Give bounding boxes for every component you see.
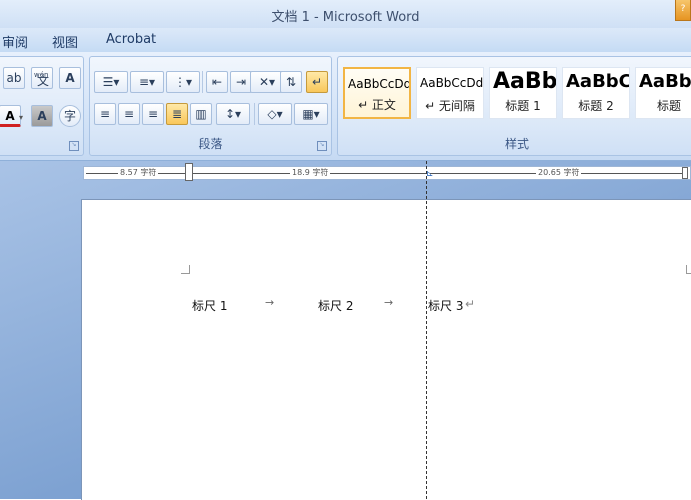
sort-icon[interactable]: ⇅ (280, 71, 302, 93)
styles-group-label: 样式 (504, 137, 529, 151)
title-bar: 文档 1 - Microsoft Word ? (0, 0, 691, 29)
ruler-label-2: 18.9 字符 (290, 167, 331, 178)
style-sample: AaBbC (639, 71, 691, 92)
borders-icon[interactable]: ▦▾ (294, 103, 328, 125)
show-hide-marks-icon[interactable]: ↵ (306, 71, 328, 93)
shading-icon[interactable]: ◇▾ (258, 103, 292, 125)
doc-text-ruler-1[interactable]: 标尺 1 (192, 297, 227, 314)
horizontal-ruler[interactable]: 8.57 字符 18.9 字符 20.65 字符 ⊾ (83, 163, 691, 181)
ruler-label-1: 8.57 字符 (118, 167, 159, 178)
paragraph-group: ☰▾ ≡▾ ⋮▾ ⇤ ⇥ ✕▾ ⇅ ↵ ≡ ≡ ≡ ≣ ▥ ↕▾ ◇▾ ▦▾ 段… (89, 56, 332, 156)
tab-acrobat[interactable]: Acrobat (106, 32, 156, 47)
window-title: 文档 1 - Microsoft Word (271, 10, 420, 25)
ribbon: ab wén 文 A A ▾ A 字 ↘ ☰▾ ≡▾ ⋮▾ ⇤ ⇥ ✕▾ ⇅ ↵… (0, 52, 691, 161)
style-sample: AaBb (493, 69, 557, 94)
align-center-icon[interactable]: ≡ (118, 103, 140, 125)
style-heading-1[interactable]: AaBb 标题 1 (489, 67, 557, 119)
decrease-indent-icon[interactable]: ⇤ (206, 71, 228, 93)
font-group: ab wén 文 A A ▾ A 字 ↘ (0, 56, 84, 156)
paragraph-dialog-launcher-icon[interactable]: ↘ (317, 141, 327, 151)
font-dialog-launcher-icon[interactable]: ↘ (69, 141, 79, 151)
separator (202, 71, 203, 93)
indent-marker[interactable] (185, 163, 193, 181)
chevron-down-icon[interactable]: ▾ (19, 113, 23, 122)
tab-stop-icon[interactable]: ⊾ (426, 169, 434, 179)
tab-character: → (265, 296, 275, 309)
margin-corner-mark (686, 265, 691, 274)
bullets-icon[interactable]: ☰▾ (94, 71, 128, 93)
align-left-icon[interactable]: ≡ (94, 103, 116, 125)
style-name: 标题 (656, 99, 681, 113)
multilevel-list-icon[interactable]: ⋮▾ (166, 71, 200, 93)
paragraph-group-label: 段落 (198, 137, 223, 151)
style-name: 标题 2 (578, 99, 614, 113)
increase-indent-icon[interactable]: ⇥ (230, 71, 252, 93)
character-border-icon[interactable]: A (59, 67, 81, 89)
phonetic-char: 文 (37, 74, 50, 88)
style-no-spacing[interactable]: AaBbCcDd ↵ 无间隔 (416, 67, 484, 119)
style-name: ↵ 正文 (358, 98, 396, 112)
tab-stop-guide-line (426, 161, 427, 499)
separator (254, 103, 255, 125)
style-normal[interactable]: AaBbCcDd ↵ 正文 (343, 67, 411, 119)
distributed-icon[interactable]: ▥ (190, 103, 212, 125)
doc-text-ruler-3[interactable]: 标尺 3 (428, 297, 463, 314)
paragraph-mark: ↵ (465, 297, 476, 311)
enclose-characters-icon[interactable]: 字 (59, 105, 81, 127)
font-color-icon[interactable]: A (0, 105, 21, 127)
tab-review[interactable]: 审阅 (2, 32, 28, 51)
style-title[interactable]: AaBbC 标题 (635, 67, 691, 119)
style-name: 标题 1 (505, 99, 541, 113)
character-shading-icon[interactable]: A (31, 105, 53, 127)
tab-view[interactable]: 视图 (52, 32, 78, 51)
asian-layout-icon[interactable]: ✕▾ (250, 71, 284, 93)
document-page[interactable]: 标尺 1 → 标尺 2 → 标尺 3 ↵ (81, 199, 691, 500)
style-sample: AaBbC (566, 71, 630, 92)
minimize-icon[interactable]: ? (675, 0, 691, 21)
phonetic-guide-button[interactable]: wén 文 (31, 67, 53, 89)
ribbon-tabs: 审阅 视图 Acrobat (0, 28, 691, 52)
tab-character: → (384, 296, 394, 309)
style-sample: AaBbCcDd (420, 76, 484, 90)
margin-corner-mark (181, 265, 190, 274)
line-spacing-icon[interactable]: ↕▾ (216, 103, 250, 125)
style-name: ↵ 无间隔 (425, 99, 475, 113)
styles-group: AaBbCcDd ↵ 正文 AaBbCcDd ↵ 无间隔 AaBb 标题 1 A… (337, 56, 691, 156)
justify-icon[interactable]: ≣ (166, 103, 188, 125)
ruler-label-3: 20.65 字符 (536, 167, 582, 178)
style-sample: AaBbCcDd (348, 77, 411, 91)
numbering-icon[interactable]: ≡▾ (130, 71, 164, 93)
change-case-icon[interactable]: ab (3, 67, 25, 89)
doc-text-ruler-2[interactable]: 标尺 2 (318, 297, 353, 314)
right-indent-marker[interactable] (682, 167, 688, 179)
style-heading-2[interactable]: AaBbC 标题 2 (562, 67, 630, 119)
align-right-icon[interactable]: ≡ (142, 103, 164, 125)
